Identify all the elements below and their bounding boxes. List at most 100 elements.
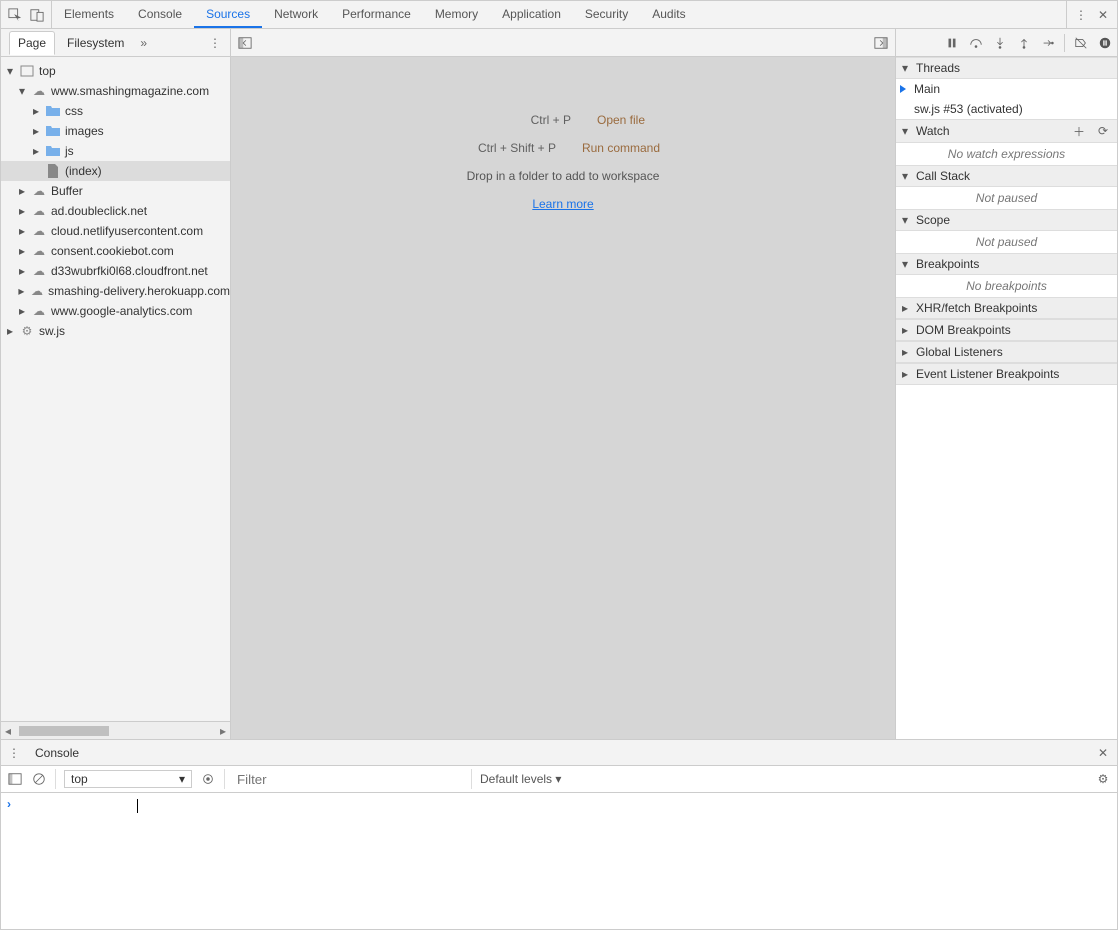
section-event-listener-breakpoints[interactable]: ▸ Event Listener Breakpoints: [896, 363, 1117, 385]
cloud-icon: ☁: [30, 284, 44, 298]
tree-service-worker[interactable]: ▸ ⚙ sw.js: [1, 321, 230, 341]
chevron-right-icon[interactable]: ▸: [17, 204, 27, 218]
chevron-right-icon[interactable]: ▸: [31, 104, 41, 118]
chevron-right-icon[interactable]: ▸: [17, 284, 26, 298]
deactivate-breakpoints-icon[interactable]: [1073, 35, 1089, 51]
step-out-icon[interactable]: [1016, 35, 1032, 51]
breakpoints-empty: No breakpoints: [896, 275, 1117, 297]
step-over-icon[interactable]: [968, 35, 984, 51]
section-title: Threads: [916, 61, 1111, 75]
drop-hint: Drop in a folder to add to workspace: [467, 169, 660, 183]
tree-cloud-item[interactable]: ▸ ☁ ad.doubleclick.net: [1, 201, 230, 221]
step-into-icon[interactable]: [992, 35, 1008, 51]
tab-network[interactable]: Network: [262, 1, 330, 28]
debugger-panel: ▾ Threads Main sw.js #53 (activated) ▾ W…: [896, 29, 1117, 739]
tree-cloud-item[interactable]: ▸ ☁ consent.cookiebot.com: [1, 241, 230, 261]
chevron-right-icon[interactable]: ▸: [31, 124, 41, 138]
chevron-right-icon[interactable]: ▸: [17, 304, 27, 318]
chevron-right-icon[interactable]: ▸: [17, 184, 27, 198]
pause-on-exceptions-icon[interactable]: [1097, 35, 1113, 51]
tree-folder-css[interactable]: ▸ css: [1, 101, 230, 121]
console-context-selector[interactable]: top ▾: [64, 770, 192, 788]
tab-security[interactable]: Security: [573, 1, 640, 28]
drawer-kebab-icon[interactable]: ⋮: [7, 746, 21, 760]
clear-console-icon[interactable]: [31, 771, 47, 787]
tab-memory[interactable]: Memory: [423, 1, 490, 28]
main-tabs: Elements Console Sources Network Perform…: [52, 1, 1066, 28]
tab-sources[interactable]: Sources: [194, 1, 262, 28]
tree-top-frame[interactable]: ▾ top: [1, 61, 230, 81]
pause-icon[interactable]: [944, 35, 960, 51]
section-threads[interactable]: ▾ Threads: [896, 57, 1117, 79]
help-row-runcmd: Ctrl + Shift + P Run command: [466, 141, 660, 155]
tab-application[interactable]: Application: [490, 1, 573, 28]
tab-audits[interactable]: Audits: [640, 1, 697, 28]
console-settings-icon[interactable]: ⚙: [1095, 771, 1111, 787]
chevron-right-icon[interactable]: ▸: [31, 144, 41, 158]
refresh-watch-icon[interactable]: ⟳: [1095, 123, 1111, 139]
navigator-kebab-icon[interactable]: ⋮: [208, 36, 222, 50]
tree-domain[interactable]: ▾ ☁ www.smashingmagazine.com: [1, 81, 230, 101]
navigator-tabs-more-icon[interactable]: »: [140, 36, 147, 50]
tree-cloud-item[interactable]: ▸ ☁ cloud.netlifyusercontent.com: [1, 221, 230, 241]
console-sidebar-icon[interactable]: [7, 771, 23, 787]
chevron-down-icon[interactable]: ▾: [5, 64, 15, 78]
folder-icon: [45, 105, 61, 117]
chevron-right-icon[interactable]: ▸: [17, 224, 27, 238]
thread-main[interactable]: Main: [896, 79, 1117, 99]
tab-performance[interactable]: Performance: [330, 1, 423, 28]
live-expression-icon[interactable]: [200, 771, 216, 787]
section-dom-breakpoints[interactable]: ▸ DOM Breakpoints: [896, 319, 1117, 341]
tree-label: images: [65, 124, 104, 138]
levels-label: Default levels: [480, 772, 552, 786]
tree-folder-js[interactable]: ▸ js: [1, 141, 230, 161]
section-global-listeners[interactable]: ▸ Global Listeners: [896, 341, 1117, 363]
file-tree[interactable]: ▾ top ▾ ☁ www.smashingmagazine.com ▸ css…: [1, 57, 230, 721]
navigator-hscrollbar[interactable]: ◂ ▸: [1, 721, 230, 739]
thread-label: Main: [914, 82, 940, 96]
tree-buffer[interactable]: ▸ ☁ Buffer: [1, 181, 230, 201]
device-toolbar-icon[interactable]: [29, 7, 45, 23]
learn-more-link[interactable]: Learn more: [532, 197, 593, 211]
chevron-right-icon[interactable]: ▸: [5, 324, 15, 338]
tree-cloud-item[interactable]: ▸ ☁ smashing-delivery.herokuapp.com: [1, 281, 230, 301]
section-callstack[interactable]: ▾ Call Stack: [896, 165, 1117, 187]
chevron-down-icon[interactable]: ▾: [17, 84, 27, 98]
scroll-right-icon[interactable]: ▸: [216, 724, 230, 738]
console-levels-selector[interactable]: Default levels ▾: [480, 772, 561, 786]
drawer-tab-console[interactable]: Console: [27, 742, 87, 764]
section-watch[interactable]: ▾ Watch ＋ ⟳: [896, 119, 1117, 143]
scroll-left-icon[interactable]: ◂: [1, 724, 15, 738]
thread-sw[interactable]: sw.js #53 (activated): [896, 99, 1117, 119]
console-filter-input[interactable]: [233, 770, 463, 789]
drawer-close-icon[interactable]: ✕: [1095, 745, 1111, 761]
step-icon[interactable]: [1040, 35, 1056, 51]
kebab-menu-icon[interactable]: ⋮: [1073, 7, 1089, 23]
close-icon[interactable]: ✕: [1095, 7, 1111, 23]
toggle-navigator-icon[interactable]: [237, 35, 253, 51]
tab-console[interactable]: Console: [126, 1, 194, 28]
tab-elements[interactable]: Elements: [52, 1, 126, 28]
console-toolbar: top ▾ Default levels ▾ ⚙: [1, 766, 1117, 793]
tree-cloud-item[interactable]: ▸ ☁ www.google-analytics.com: [1, 301, 230, 321]
inspect-element-icon[interactable]: [7, 7, 23, 23]
navigator-tab-page[interactable]: Page: [9, 31, 55, 55]
section-scope[interactable]: ▾ Scope: [896, 209, 1117, 231]
chevron-right-icon[interactable]: ▸: [17, 244, 27, 258]
section-xhr-breakpoints[interactable]: ▸ XHR/fetch Breakpoints: [896, 297, 1117, 319]
toggle-debugger-icon[interactable]: [873, 35, 889, 51]
tree-label: d33wubrfki0l68.cloudfront.net: [51, 264, 208, 278]
tree-folder-images[interactable]: ▸ images: [1, 121, 230, 141]
navigator-tab-filesystem[interactable]: Filesystem: [59, 32, 132, 54]
tree-cloud-item[interactable]: ▸ ☁ d33wubrfki0l68.cloudfront.net: [1, 261, 230, 281]
chevron-right-icon[interactable]: ▸: [17, 264, 27, 278]
add-watch-icon[interactable]: ＋: [1071, 123, 1087, 139]
scroll-thumb[interactable]: [19, 726, 109, 736]
chevron-right-icon: ▸: [902, 323, 912, 337]
watch-empty: No watch expressions: [896, 143, 1117, 165]
console-body[interactable]: ›: [1, 793, 1117, 929]
tree-file-index[interactable]: (index): [1, 161, 230, 181]
section-breakpoints[interactable]: ▾ Breakpoints: [896, 253, 1117, 275]
cloud-icon: ☁: [31, 224, 47, 238]
chevron-right-icon: ▸: [902, 301, 912, 315]
